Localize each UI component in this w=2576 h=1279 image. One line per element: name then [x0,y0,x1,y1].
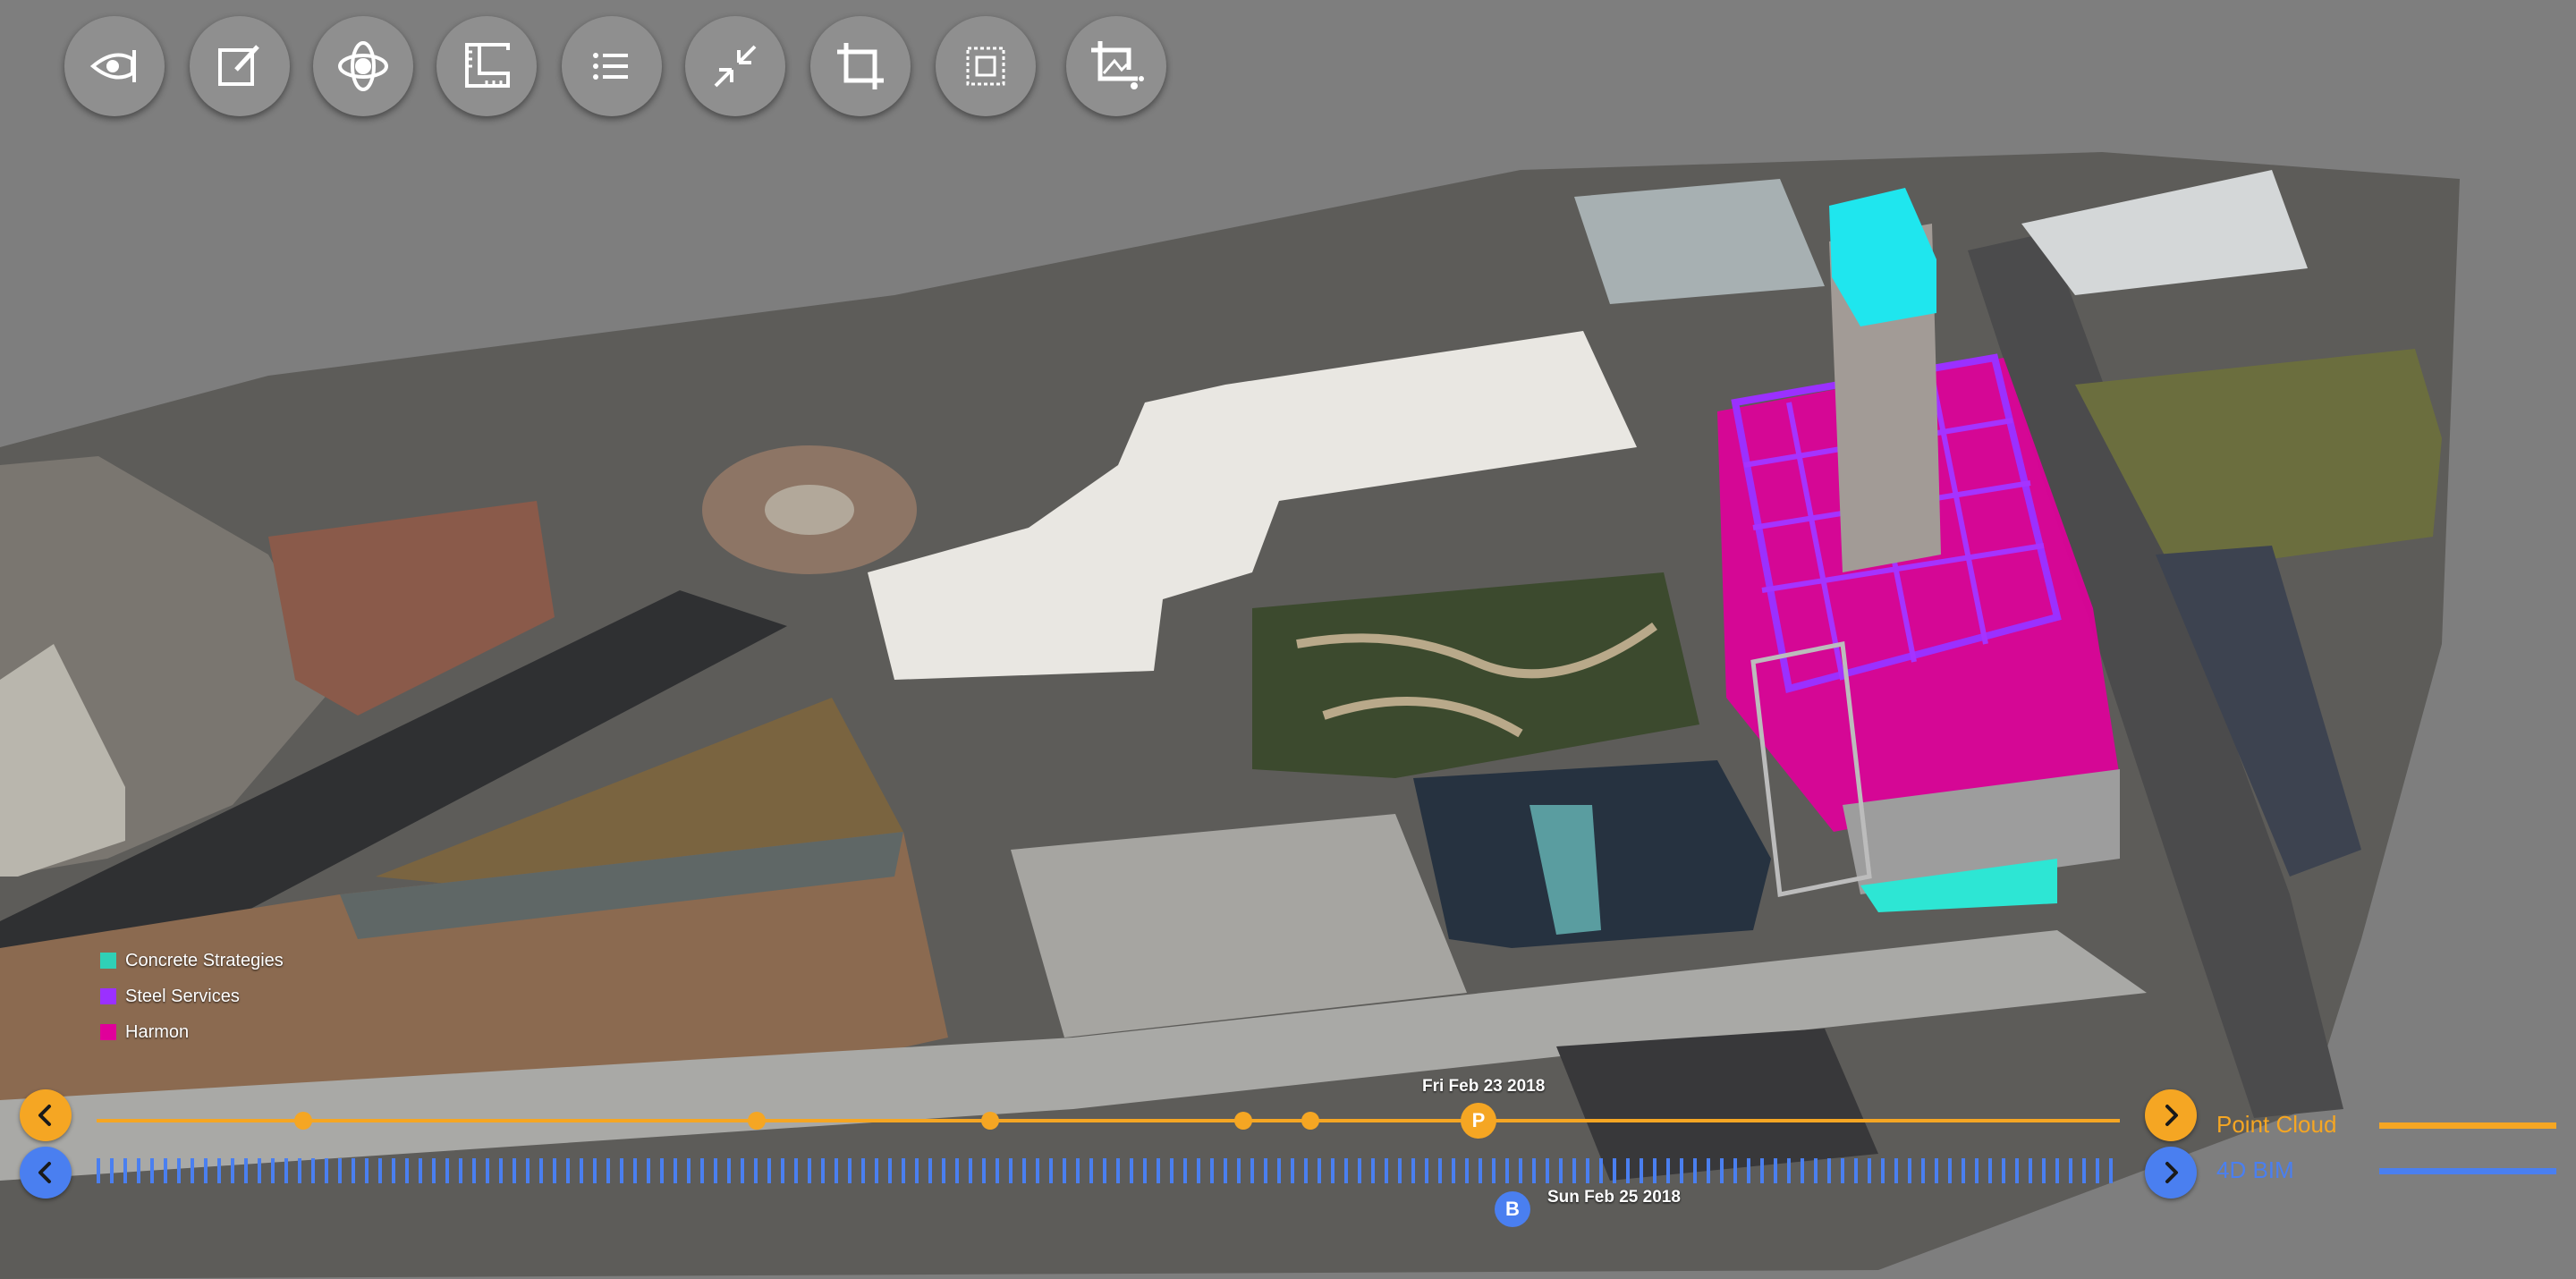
bim-date-label: Sun Feb 25 2018 [1547,1188,1681,1207]
legend-swatch [100,988,116,1004]
legend-swatch [100,953,116,969]
point-cloud-handle[interactable]: P [1461,1103,1496,1139]
point-cloud-viewport[interactable] [0,0,2576,1279]
point-cloud-capture-marker[interactable] [1234,1112,1252,1130]
orbit-tool-button[interactable] [313,16,413,116]
bim-series-label[interactable]: 4D BIM [2216,1156,2294,1184]
point-cloud-next-button[interactable] [2145,1089,2197,1141]
point-cloud-series-line [2379,1122,2556,1129]
visibility-tool-button[interactable] [64,16,165,116]
legend-item-concrete: Concrete Strategies [100,943,284,978]
legend-label: Concrete Strategies [125,950,284,970]
point-cloud-date-label: Fri Feb 23 2018 [1422,1077,1546,1096]
legend: Concrete Strategies Steel Services Harmo… [100,943,284,1050]
chevron-left-icon [38,1162,51,1183]
point-cloud-track[interactable] [97,1119,2120,1122]
legend-swatch [100,1024,116,1040]
bim-series-line [2379,1168,2556,1174]
annotate-tool-button[interactable] [190,16,290,116]
collapse-tool-button[interactable] [685,16,785,116]
list-icon [593,53,628,80]
bim-track[interactable] [97,1158,2120,1183]
crop-icon [837,43,884,89]
chevron-left-icon [38,1105,51,1126]
legend-label: Harmon [125,1021,190,1042]
bim-handle[interactable]: B [1495,1191,1530,1227]
bim-next-button[interactable] [2145,1147,2197,1199]
chevron-right-icon [2165,1162,2178,1183]
crop-share-icon [1091,41,1144,89]
legend-item-harmon: Harmon [100,1014,284,1050]
point-cloud-capture-marker[interactable] [1301,1112,1319,1130]
list-tool-button[interactable] [562,16,662,116]
edit-icon [218,45,259,86]
chevron-right-icon [2165,1105,2178,1126]
legend-item-steel: Steel Services [100,978,284,1014]
point-cloud-capture-marker[interactable] [981,1112,999,1130]
crop-share-tool-button[interactable] [1066,16,1166,116]
ruler-icon [465,43,510,88]
measure-tool-button[interactable] [436,16,537,116]
eye-icon [89,50,136,82]
crop-tool-button[interactable] [810,16,911,116]
top-buildings [1574,179,1825,304]
point-cloud-prev-button[interactable] [20,1089,72,1141]
point-cloud-capture-marker[interactable] [748,1112,766,1130]
bim-prev-button[interactable] [20,1147,72,1199]
collapse-icon [714,45,757,88]
point-cloud-capture-marker[interactable] [294,1112,312,1130]
section-box-icon [966,47,1005,86]
orbit-icon [338,41,388,91]
legend-label: Steel Services [125,986,240,1006]
plaza-center [765,485,854,535]
point-cloud-series-label[interactable]: Point Cloud [2216,1111,2336,1139]
section-box-tool-button[interactable] [936,16,1036,116]
